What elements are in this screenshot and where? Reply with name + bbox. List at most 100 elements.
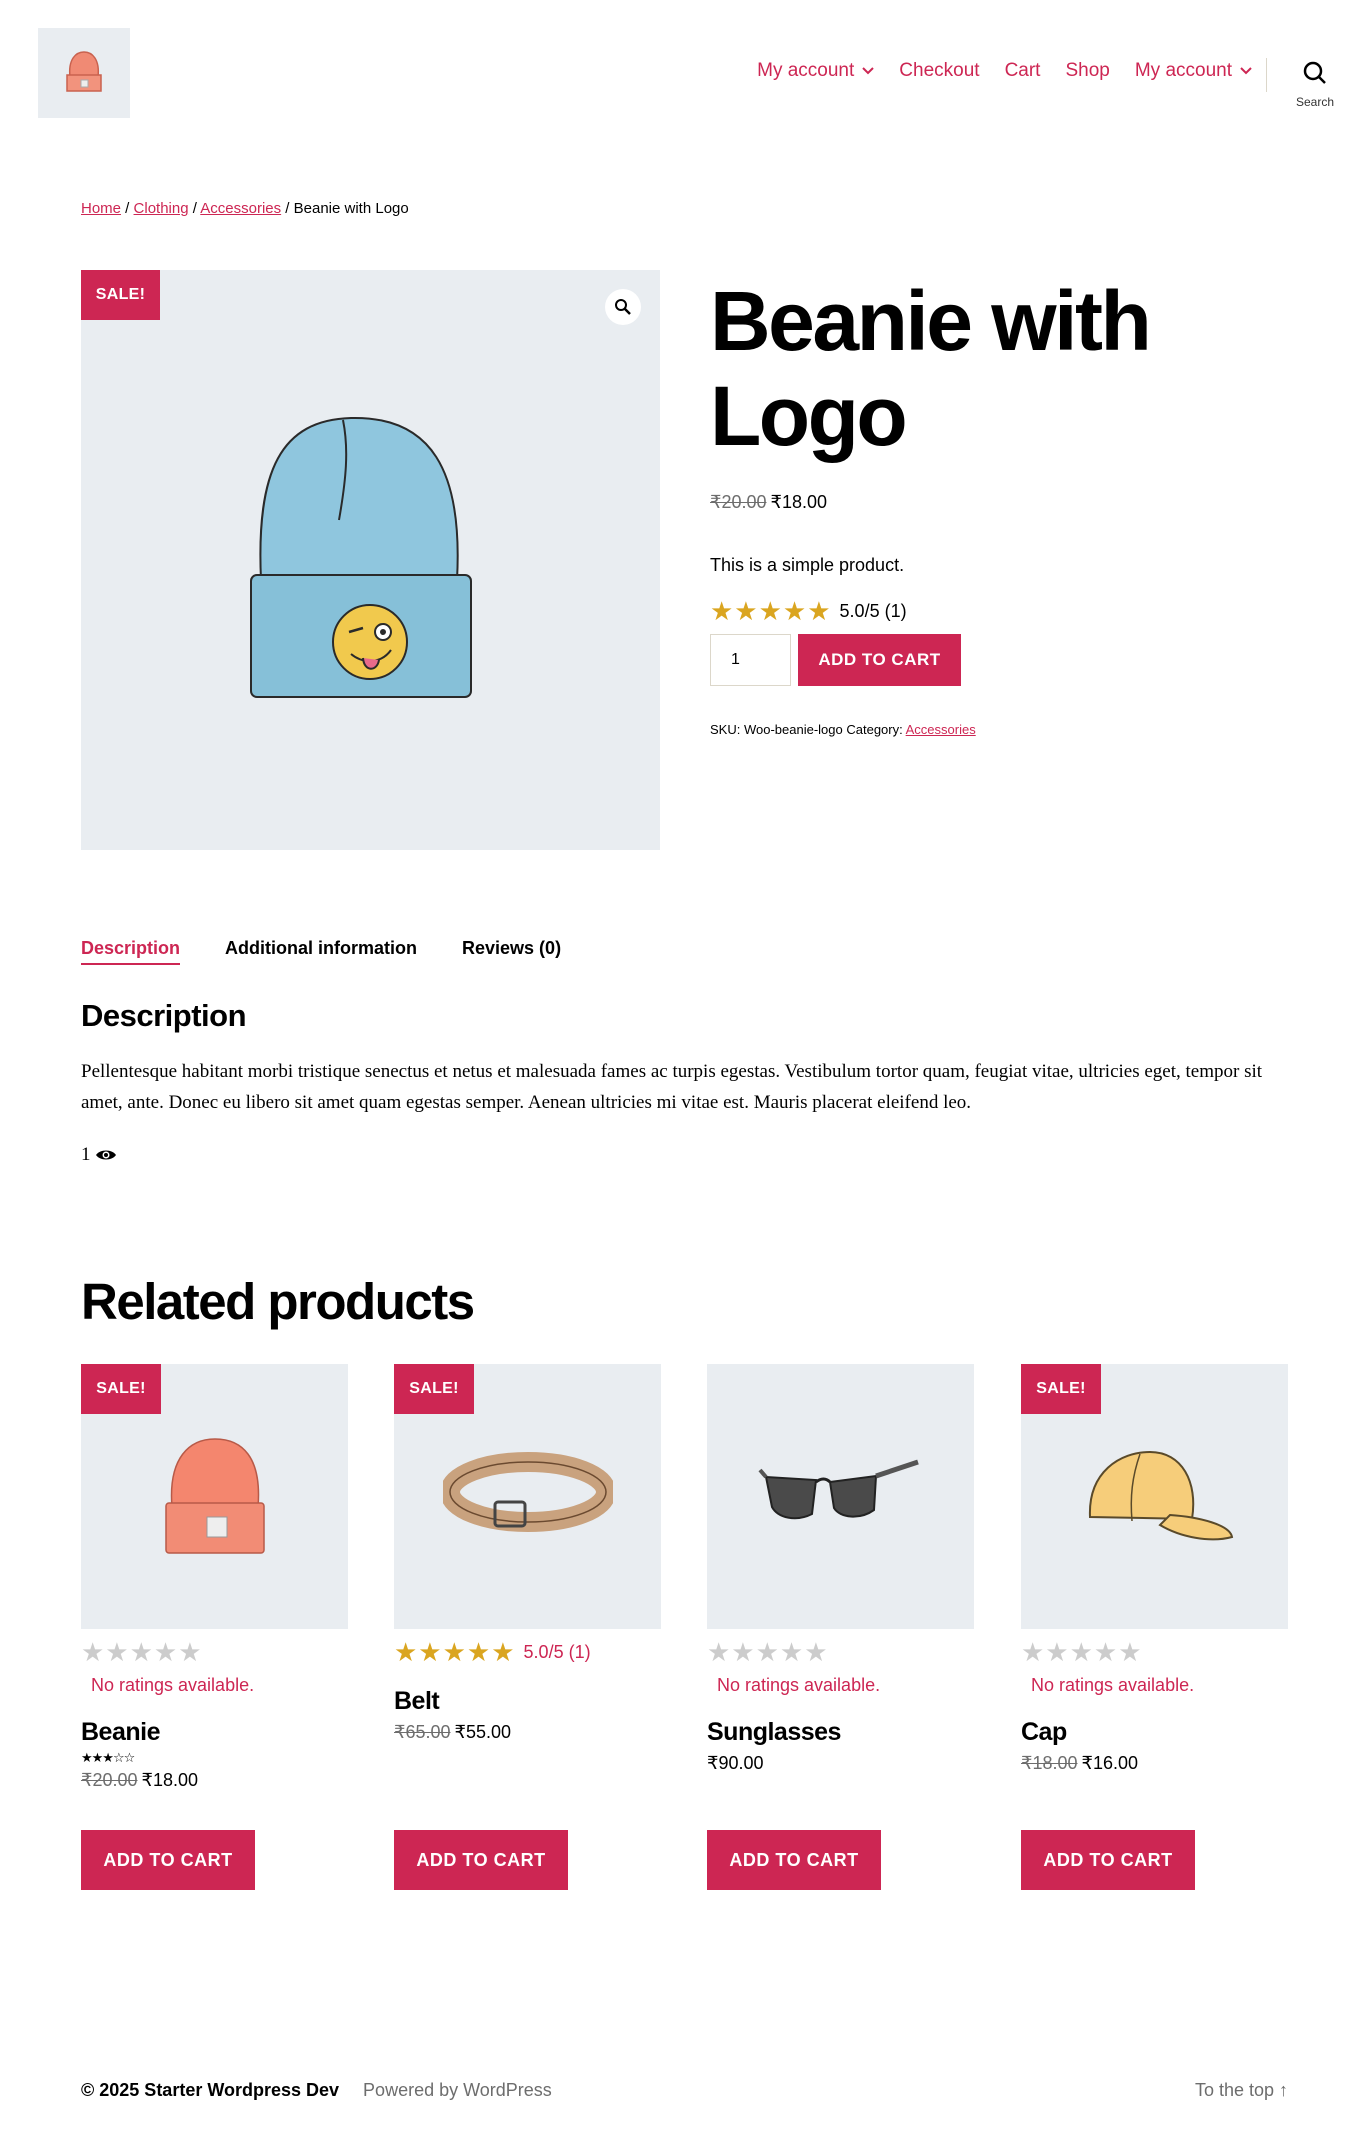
add-to-cart-button[interactable]: ADD TO CART [1021,1830,1195,1890]
no-ratings-text: No ratings available. [91,1675,255,1695]
search-toggle-button[interactable]: Search [1292,60,1338,109]
sale-price: ₹16.00 [1081,1753,1139,1773]
chevron-down-icon [862,67,874,75]
nav-label: My account [1134,60,1232,81]
breadcrumb-separator: / [121,200,134,217]
to-the-top-link[interactable]: To the top ↑ [1195,2080,1288,2101]
sunglasses-image [757,1459,919,1519]
product-title-line-1: Beanie with [710,274,1152,368]
product-card-sunglasses: ★★★★★ No ratings available. Sunglasses ₹… [707,1364,974,1890]
site-logo[interactable] [38,28,130,118]
product-card-beanie: SALE! ★★★★★ No ratings available. Beanie… [81,1364,348,1890]
quantity-input[interactable] [710,634,791,686]
add-to-cart-button[interactable]: ADD TO CART [394,1830,568,1890]
product-name[interactable]: Belt [394,1687,661,1716]
view-count: 1 [81,1144,117,1166]
description-text: Pellentesque habitant morbi tristique se… [81,1061,1263,1113]
product-name[interactable]: Cap [1021,1718,1288,1747]
rating-text: 5.0/5 (1) [523,1642,591,1662]
view-count-number: 1 [81,1144,91,1165]
beanie-logo-icon [66,51,102,92]
nav-cart[interactable]: Cart [1005,60,1041,82]
nav-label: Shop [1065,60,1110,81]
card-star-rating: ★★★★★ [81,1639,348,1665]
footer-copyright[interactable]: © 2025 Starter Wordpress Dev [81,2080,339,2101]
category-label: Category: [846,722,903,737]
no-ratings-text: No ratings available. [717,1675,881,1695]
empty-stars-icon: ★★★★★ [81,1637,203,1667]
no-ratings-text: No ratings available. [1031,1675,1195,1695]
sale-badge: SALE! [1021,1364,1101,1414]
price: ₹90.00 [707,1753,764,1773]
product-image-cap[interactable]: SALE! [1021,1364,1288,1629]
related-products-heading: Related products [81,1273,475,1330]
product-tabs: Description Additional information Revie… [81,938,561,965]
card-star-rating: ★★★★★ [707,1639,974,1665]
add-to-cart-button[interactable]: ADD TO CART [798,634,961,686]
breadcrumb-clothing-link[interactable]: Clothing [134,200,189,217]
beanie-image [164,1437,265,1554]
description-heading: Description [81,998,247,1033]
nav-my-account-2[interactable]: My account [1135,60,1252,82]
product-title-line-2: Logo [710,369,908,463]
sku: SKU: Woo-beanie-logo [710,722,843,737]
related-products-grid: SALE! ★★★★★ No ratings available. Beanie… [81,1364,1288,1894]
nav-my-account-1[interactable]: My account [757,60,874,82]
product-summary: Beanie with Logo ₹20.00 ₹18.00 This is a … [710,270,1310,737]
search-label: Search [1295,95,1335,109]
short-description: This is a simple product. [710,555,905,575]
add-to-cart-form: ADD TO CART [710,634,1310,686]
nav-divider [1266,58,1267,92]
breadcrumb-home-link[interactable]: Home [81,200,121,217]
tab-description[interactable]: Description [81,938,181,965]
mini-star-rating-icon: ★★★☆☆ [81,1750,135,1765]
regular-price: ₹20.00 [81,1770,138,1790]
nav-shop[interactable]: Shop [1065,60,1109,82]
product-image-beanie[interactable]: SALE! [81,1364,348,1629]
nav-label: Checkout [899,60,980,81]
add-to-cart-button[interactable]: ADD TO CART [707,1830,881,1890]
product-price: ₹20.00 ₹18.00 [81,1770,348,1791]
sale-badge: SALE! [81,270,160,320]
tab-additional-information[interactable]: Additional information [225,938,417,965]
regular-price: ₹18.00 [1021,1753,1078,1773]
tab-reviews[interactable]: Reviews (0) [462,938,561,965]
product-card-belt: SALE! ★★★★★ 5.0/5 (1) Belt ₹65.00 ₹55.00 … [394,1364,661,1890]
eye-icon [95,1150,116,1160]
nav-label: Cart [1004,60,1041,81]
primary-navigation: My account Checkout Cart Shop My account [757,60,1252,82]
site-footer: © 2025 Starter Wordpress Dev Powered by … [81,2080,1288,2101]
add-to-cart-button[interactable]: ADD TO CART [81,1830,255,1890]
product-image-sunglasses[interactable] [707,1364,974,1629]
magnifier-icon [615,299,631,315]
breadcrumb-current: Beanie with Logo [293,200,409,217]
breadcrumb-accessories-link[interactable]: Accessories [200,200,281,217]
search-icon [1303,61,1326,84]
product-name[interactable]: Beanie [81,1718,348,1747]
product-price: ₹90.00 [707,1753,974,1774]
empty-stars-icon: ★★★★★ [1021,1637,1143,1667]
product-price: ₹18.00 ₹16.00 [1021,1753,1288,1774]
footer-powered-by[interactable]: Powered by WordPress [363,2080,552,2101]
card-star-rating: ★★★★★ 5.0/5 (1) [394,1639,661,1665]
product-card-cap: SALE! ★★★★★ No ratings available. Cap ₹1… [1021,1364,1288,1890]
sale-badge: SALE! [81,1364,161,1414]
product-gallery[interactable]: SALE! [81,270,660,850]
product-title: Beanie with Logo [710,274,1310,464]
empty-stars-icon: ★★★★★ [707,1637,829,1667]
regular-price: ₹20.00 [710,492,767,512]
card-star-rating: ★★★★★ [1021,1639,1288,1665]
site-header: My account Checkout Cart Shop My account… [0,0,1362,150]
nav-label: My account [757,60,855,81]
nav-checkout[interactable]: Checkout [899,60,979,82]
product-meta: SKU: Woo-beanie-logo Category: Accessori… [710,722,1310,737]
chevron-down-icon [1240,67,1252,75]
product-price: ₹20.00 ₹18.00 [710,492,1310,513]
breadcrumb-separator: / [281,200,294,217]
zoom-button[interactable] [605,289,641,325]
product-name[interactable]: Sunglasses [707,1718,974,1747]
belt-image [442,1451,613,1532]
star-rating-icon: ★★★★★ [394,1637,516,1667]
product-image-belt[interactable]: SALE! [394,1364,661,1629]
category-link[interactable]: Accessories [906,722,976,737]
